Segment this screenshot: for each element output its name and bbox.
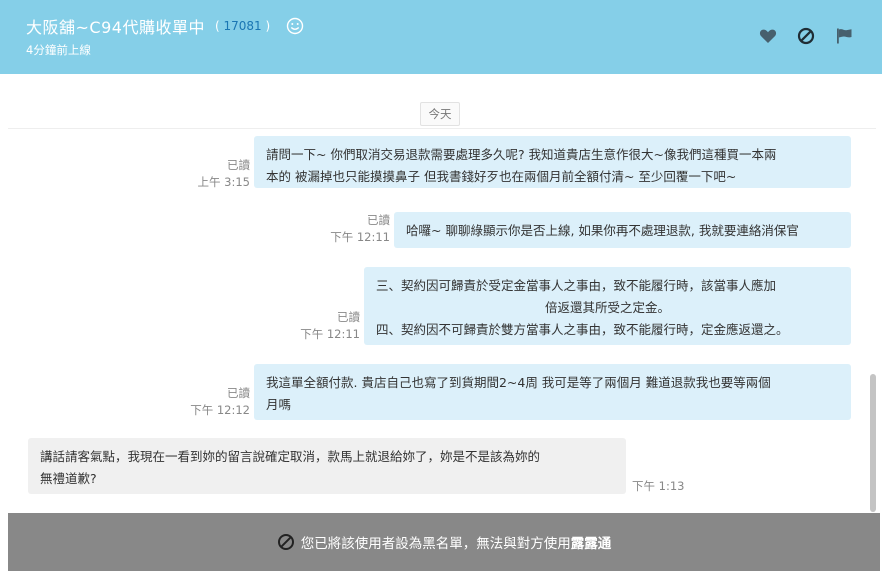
shop-name[interactable]: 大阪舖~C94代購收單中 xyxy=(26,14,205,38)
block-icon[interactable] xyxy=(796,26,816,46)
blacklist-notice: 您已將該使用者設為黑名單，無法與對方使用露露通 xyxy=(8,513,880,571)
date-divider-line xyxy=(8,128,876,129)
read-receipt: 已讀 xyxy=(227,158,250,172)
message-meta: 下午 1:13 xyxy=(632,478,712,495)
message-time: 下午 12:12 xyxy=(190,403,250,417)
read-receipt: 已讀 xyxy=(367,213,390,227)
flag-icon[interactable] xyxy=(834,26,854,46)
message-text-line: 倍返還其所受之定金。 xyxy=(544,300,670,315)
message-time: 下午 12:11 xyxy=(330,230,390,244)
chat-header: 大阪舖~C94代購收單中 ( 17081 ) 4分鐘前上線 xyxy=(0,0,882,74)
rating-count[interactable]: ( 17081 ) xyxy=(215,19,270,33)
message-meta: 已讀 下午 12:11 xyxy=(294,309,360,343)
message-meta: 已讀 下午 12:12 xyxy=(184,385,250,419)
message-text-line: 我這單全額付款. 貴店自己也寫了到貨期間2~4周 我可是等了兩個月 難道退款我也… xyxy=(266,375,771,390)
message-bubble-incoming[interactable]: 講話請客氣點，我現在一看到妳的留言說確定取消，款馬上就退給妳了，妳是不是該為妳的… xyxy=(28,438,626,494)
message-meta: 已讀 下午 12:11 xyxy=(324,212,390,246)
message-time: 上午 3:15 xyxy=(197,175,250,189)
heart-icon[interactable] xyxy=(758,26,778,46)
message-list[interactable]: 今天 已讀 上午 3:15 請問一下~ 你們取消交易退款需要處理多久呢? 我知道… xyxy=(8,74,876,512)
message-text-line: 月嗎 xyxy=(266,397,292,412)
message-text-line: 請問一下~ 你們取消交易退款需要處理多久呢? 我知道貴店生意作很大~像我們這種買… xyxy=(266,147,777,162)
message-text-line: 三、契約因可歸責於受定金當事人之事由，致不能履行時，該當事人應加 xyxy=(376,278,777,293)
smile-icon[interactable] xyxy=(286,17,304,35)
scrollbar[interactable] xyxy=(870,74,876,512)
blacklist-message: 您已將該使用者設為黑名單，無法與對方使用露露通 xyxy=(300,536,612,552)
title-row: 大阪舖~C94代購收單中 ( 17081 ) xyxy=(26,14,304,38)
message-text-line: 四、契約因不可歸責於雙方當事人之事由，致不能履行時，定金應返還之。 xyxy=(376,322,789,337)
message-bubble-outgoing[interactable]: 我這單全額付款. 貴店自己也寫了到貨期間2~4周 我可是等了兩個月 難道退款我也… xyxy=(254,364,851,420)
message-time: 下午 12:11 xyxy=(300,327,360,341)
scroll-thumb[interactable] xyxy=(870,374,876,512)
block-icon xyxy=(277,534,294,550)
message-text-line: 講話請客氣點，我現在一看到妳的留言說確定取消，款馬上就退給妳了，妳是不是該為妳的 xyxy=(40,449,541,464)
date-label: 今天 xyxy=(420,102,460,126)
message-meta: 已讀 上午 3:15 xyxy=(184,157,250,191)
online-status: 4分鐘前上線 xyxy=(26,43,91,57)
message-time: 下午 1:13 xyxy=(632,479,685,493)
message-text-line: 無禮道歉? xyxy=(40,471,97,486)
read-receipt: 已讀 xyxy=(227,386,250,400)
message-bubble-outgoing[interactable]: 請問一下~ 你們取消交易退款需要處理多久呢? 我知道貴店生意作很大~像我們這種買… xyxy=(254,136,851,188)
message-bubble-outgoing[interactable]: 哈囉~ 聊聊綠顯示你是否上線, 如果你再不處理退款, 我就要連絡消保官 xyxy=(394,212,851,248)
brand-name: 露露通 xyxy=(570,536,612,552)
read-receipt: 已讀 xyxy=(337,310,360,324)
message-bubble-outgoing[interactable]: 三、契約因可歸責於受定金當事人之事由，致不能履行時，該當事人應加 倍返還其所受之… xyxy=(364,267,851,345)
message-text-line: 哈囉~ 聊聊綠顯示你是否上線, 如果你再不處理退款, 我就要連絡消保官 xyxy=(406,223,799,238)
message-text-line: 本的 被漏掉也只能摸摸鼻子 但我書錢好歹也在兩個月前全額付清~ 至少回覆一下吧~ xyxy=(266,169,737,184)
